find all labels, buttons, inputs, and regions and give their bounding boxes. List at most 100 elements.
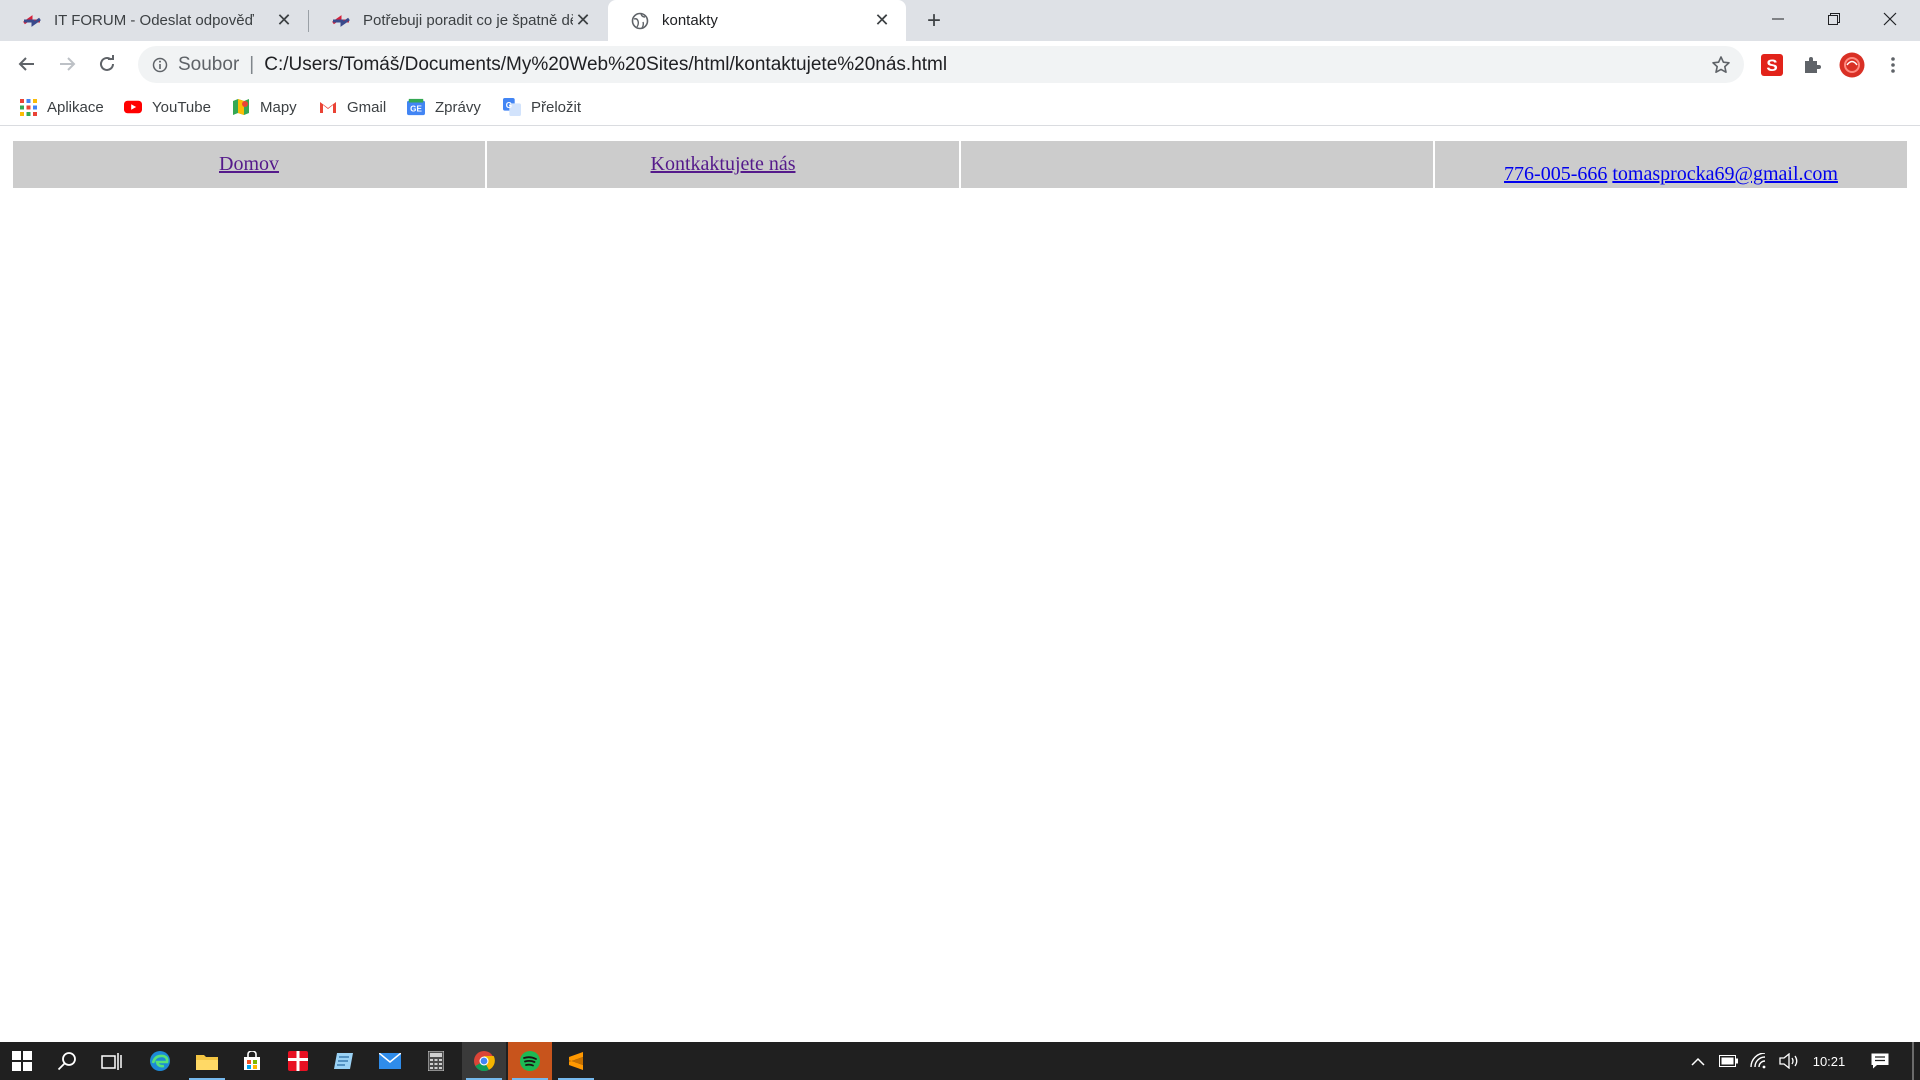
taskbar-calculator[interactable] [414,1042,458,1080]
sublime-text-icon [569,1052,583,1070]
clock[interactable]: 10:21 [1806,1042,1852,1080]
bookmark-gmail[interactable]: Gmail [319,95,386,119]
scheme-label: Soubor [178,53,240,75]
svg-text:G: G [506,101,512,110]
taskbar-notes[interactable] [322,1042,366,1080]
tab-close-icon[interactable]: ✕ [573,10,593,31]
url-text[interactable]: C:/Users/Tomáš/Documents/My%20Web%20Site… [264,54,947,76]
tab-strip: IT FORUM - Odeslat odpověď ✕ Potřebuji p… [0,0,1920,41]
menu-kebab-icon[interactable] [1880,52,1906,78]
volume-icon[interactable] [1775,1042,1803,1080]
minimize-button[interactable] [1750,0,1806,38]
news-icon: GE [407,98,425,116]
gmail-icon [319,98,337,116]
taskbar-gift-app[interactable] [276,1042,320,1080]
mail-icon [379,1053,401,1069]
calculator-icon [428,1051,444,1071]
tab-close-icon[interactable]: ✕ [274,10,294,31]
tab-title: kontakty [662,12,718,29]
store-icon [244,1051,260,1070]
translate-icon: G [503,98,521,116]
scheme-separator: | [249,53,255,75]
arrow-right-icon [60,57,76,71]
forward-button[interactable] [51,48,83,80]
taskbar-mail[interactable] [368,1042,412,1080]
address-bar[interactable]: Soubor | C:/Users/Tomáš/Documents/My%20W… [138,46,1744,83]
windows-logo-icon [12,1051,32,1071]
plus-icon: + [926,7,941,34]
notifications-icon [1871,1053,1889,1069]
wifi-icon[interactable] [1745,1042,1773,1080]
notes-icon [334,1053,353,1069]
action-center-button[interactable] [1860,1042,1900,1080]
svg-text:GE: GE [410,105,422,114]
search-icon [57,1052,76,1071]
folder-icon [196,1055,218,1070]
bookmarks-bar: Aplikace YouTube Mapy Gmail GE Zprávy G … [0,88,1920,126]
tray-overflow-chevron-up-icon[interactable] [1685,1042,1711,1080]
close-icon [1883,12,1897,26]
bookmark-aplikace[interactable]: Aplikace [19,95,104,119]
tab-title: IT FORUM - Odeslat odpověď [54,12,254,29]
extension-s-icon[interactable]: S [1759,52,1785,78]
profile-avatar[interactable] [1839,52,1865,78]
nav-cell-empty [961,141,1433,188]
tab-it-forum[interactable]: IT FORUM - Odeslat odpověď ✕ [0,0,308,41]
tab-close-icon[interactable]: ✕ [872,10,892,31]
bookmark-label: Aplikace [47,98,104,116]
bookmark-youtube[interactable]: YouTube [124,95,211,119]
nav-table: Domov Kontkaktujete nás 776-005-666 toma… [11,139,1909,190]
itforum-favicon-icon [22,11,42,31]
svg-text:S: S [1766,56,1777,75]
restore-icon [1828,13,1840,25]
taskbar-sublime-text[interactable] [554,1042,598,1080]
phone-link[interactable]: 776-005-666 [1504,163,1607,185]
restore-button[interactable] [1806,0,1862,38]
nav-cell-contact: Kontkaktujete nás [487,141,959,188]
chrome-icon [474,1051,495,1072]
maps-icon [232,98,250,116]
bookmark-star-icon[interactable] [1710,54,1732,76]
task-view-button[interactable] [90,1042,134,1080]
tab-forum-thread[interactable]: Potřebuji poradit co je špatně dě ✕ [309,0,607,41]
page-content: Domov Kontkaktujete nás 776-005-666 toma… [0,127,1920,1042]
extensions-puzzle-icon[interactable] [1799,52,1825,78]
battery-icon[interactable] [1714,1042,1744,1080]
taskbar-edge[interactable] [138,1042,182,1080]
tab-kontakty[interactable]: kontakty ✕ [608,0,906,41]
reload-icon [100,55,114,71]
info-icon[interactable] [150,55,170,75]
back-button[interactable] [11,48,43,80]
bookmark-label: Mapy [260,98,297,116]
nav-cell-contact-info: 776-005-666 tomasprocka69@gmail.com [1435,141,1907,188]
arrow-left-icon [18,57,34,71]
taskbar-chrome[interactable] [462,1042,506,1080]
new-tab-button[interactable]: + [920,7,948,35]
reload-button[interactable] [91,48,123,80]
bookmark-mapy[interactable]: Mapy [232,95,297,119]
email-link[interactable]: tomasprocka69@gmail.com [1612,163,1838,185]
bookmark-label: YouTube [152,98,211,116]
globe-icon [630,11,650,31]
taskbar-spotify[interactable] [508,1042,552,1080]
windows-taskbar: 10:21 [0,1042,1920,1080]
spotify-icon [520,1051,540,1071]
apps-grid-icon [19,98,37,116]
edge-icon [150,1051,170,1071]
taskbar-store[interactable] [230,1042,274,1080]
youtube-icon [124,98,142,116]
window-close-button[interactable] [1862,0,1918,38]
itforum-favicon-icon [331,11,351,31]
gift-icon [288,1051,308,1071]
show-desktop-button[interactable] [1912,1042,1914,1080]
browser-toolbar: Soubor | C:/Users/Tomáš/Documents/My%20W… [0,41,1920,88]
start-button[interactable] [0,1042,44,1080]
bookmark-prelozit[interactable]: G Přeložit [503,95,581,119]
contact-link[interactable]: Kontkaktujete nás [651,153,796,175]
tab-title: Potřebuji poradit co je špatně dě [363,12,573,29]
taskbar-file-explorer[interactable] [185,1042,229,1080]
search-button[interactable] [45,1042,89,1080]
home-link[interactable]: Domov [219,153,279,175]
bookmark-label: Gmail [347,98,387,116]
bookmark-zpravy[interactable]: GE Zprávy [407,95,481,119]
